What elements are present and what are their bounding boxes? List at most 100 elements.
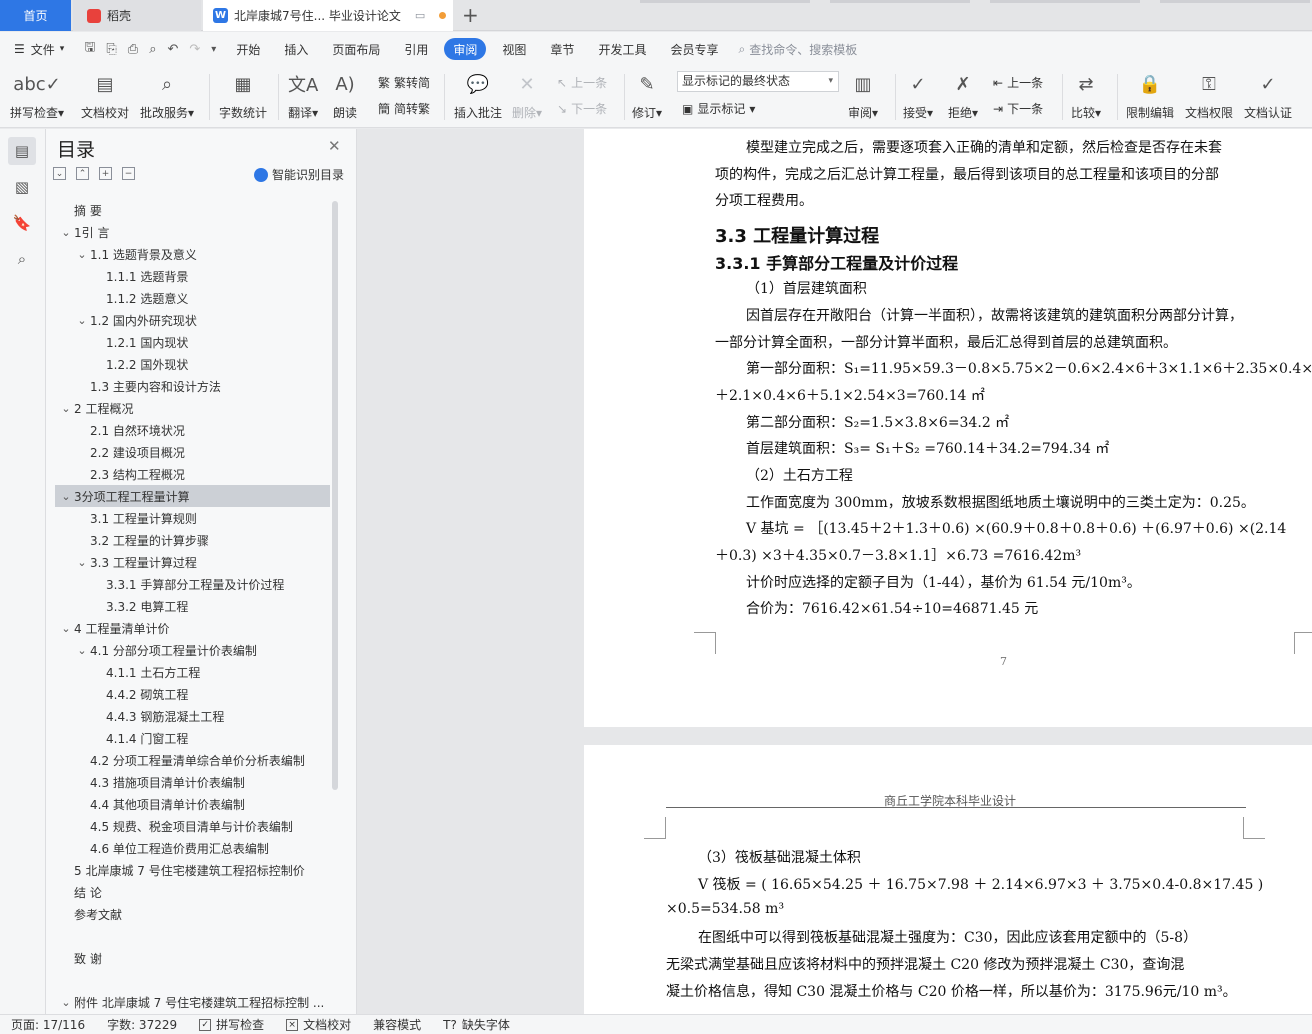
tab-document[interactable]: W 北岸康城7号住... 毕业设计论文 ▭ xyxy=(203,0,453,31)
chevron-down-icon[interactable]: ⌄ xyxy=(58,402,74,415)
toc-item[interactable]: 5 北岸康城 7 号住宅楼建筑工程招标控制价 xyxy=(55,859,330,881)
toc-item[interactable]: 1.1.1 选题背景 xyxy=(55,265,330,287)
chevron-down-icon[interactable]: ⌄ xyxy=(74,248,90,261)
toc-item[interactable]: ⌄ 1.1 选题背景及意义 xyxy=(55,243,330,265)
accept-button[interactable]: ✓ 接受▾ xyxy=(903,70,933,121)
toc-item[interactable]: 4.1.1 土石方工程 xyxy=(55,661,330,683)
prev-change-button[interactable]: ⇤ 上一条 xyxy=(993,74,1043,91)
delete-comment-button[interactable]: ✕ 删除▾ xyxy=(512,70,542,121)
toc-item[interactable]: 4.5 规费、税金项目清单与计价表编制 xyxy=(55,815,330,837)
chevron-down-icon[interactable]: ⌄ xyxy=(58,226,74,239)
chevron-down-icon[interactable]: ⌄ xyxy=(58,490,74,503)
doc-proof-button[interactable]: ▤ 文档校对 xyxy=(81,70,129,121)
menu-item-start[interactable]: 开始 xyxy=(224,38,272,60)
show-markup-button[interactable]: ▣ 显示标记 ▾ xyxy=(682,100,755,117)
toc-item[interactable]: 摘 要 xyxy=(55,199,330,221)
chevron-down-icon[interactable]: ⌄ xyxy=(74,644,90,657)
print-preview-icon[interactable]: ⌕ xyxy=(149,42,156,57)
chevron-down-icon[interactable]: ⌄ xyxy=(58,996,74,1009)
document-area[interactable]: 模型建立完成之后，需要逐项套入正确的清单和定额，然后检查是否存在未套 项的构件，… xyxy=(357,129,1312,1014)
expand-all-icon[interactable]: ⌃ xyxy=(76,167,89,180)
toc-item[interactable]: 2.3 结构工程概况 xyxy=(55,463,330,485)
missing-font-button[interactable]: T? 缺失字体 xyxy=(432,1016,521,1033)
toc-item[interactable]: ⌄ 3.3 工程量计算过程 xyxy=(55,551,330,573)
spellcheck-toggle[interactable]: ✓ 拼写检查 xyxy=(188,1016,275,1033)
spellcheck-button[interactable]: abc✓ 拼写检查▾ xyxy=(10,70,64,121)
collapse-all-icon[interactable]: ⌄ xyxy=(53,167,66,180)
chevron-down-icon[interactable]: ⌄ xyxy=(58,622,74,635)
toc-item[interactable]: 4.1.4 门窗工程 xyxy=(55,727,330,749)
toc-item[interactable]: 4.3 措施项目清单计价表编制 xyxy=(55,771,330,793)
toc-item[interactable]: ⌄ 4.1 分部分项工程量计价表编制 xyxy=(55,639,330,661)
simp-to-trad-button[interactable]: 簡简转繁 xyxy=(378,100,430,117)
toc-item[interactable]: 3.3.2 电算工程 xyxy=(55,595,330,617)
reject-button[interactable]: ✗ 拒绝▾ xyxy=(948,70,978,121)
toc-item[interactable]: 4.4.3 钢筋混凝土工程 xyxy=(55,705,330,727)
undo-icon[interactable]: ↶ xyxy=(167,42,178,57)
search-icon[interactable]: ⌕ xyxy=(8,245,36,273)
toc-item[interactable]: ⌄ 1.2 国内外研究现状 xyxy=(55,309,330,331)
chevron-down-icon[interactable]: ⌄ xyxy=(74,556,90,569)
menu-item-reference[interactable]: 引用 xyxy=(392,38,440,60)
menu-item-view[interactable]: 视图 xyxy=(490,38,538,60)
tab-home[interactable]: 首页 xyxy=(0,0,71,31)
tab-daoke[interactable]: 稻壳 xyxy=(73,0,201,31)
review-pane-button[interactable]: ▥ 审阅▾ xyxy=(848,70,878,121)
menu-item-devtools[interactable]: 开发工具 xyxy=(586,38,658,60)
proof-toggle[interactable]: × 文档校对 xyxy=(275,1016,362,1033)
restrict-edit-button[interactable]: 🔒 限制编辑 xyxy=(1126,70,1174,121)
toc-scrollbar[interactable] xyxy=(332,201,338,790)
page-indicator[interactable]: 页面: 17/116 xyxy=(0,1016,96,1033)
insert-comment-button[interactable]: 💬 插入批注 xyxy=(454,70,502,121)
word-count-button[interactable]: ▦ 字数统计 xyxy=(219,70,267,121)
next-change-button[interactable]: ⇥ 下一条 xyxy=(993,100,1043,117)
prev-comment-button[interactable]: ↖ 上一条 xyxy=(557,74,607,91)
menu-item-layout[interactable]: 页面布局 xyxy=(320,38,392,60)
toc-item[interactable] xyxy=(55,969,330,991)
menu-item-member[interactable]: 会员专享 xyxy=(658,38,730,60)
toc-item[interactable]: 1.3 主要内容和设计方法 xyxy=(55,375,330,397)
redo-icon[interactable]: ↷ xyxy=(189,42,200,57)
file-menu[interactable]: ☰ 文件 ▾ xyxy=(0,38,76,60)
command-search[interactable]: ⌕ 查找命令、搜索模板 xyxy=(738,41,857,58)
toc-item[interactable]: ⌄ 2 工程概况 xyxy=(55,397,330,419)
toc-item[interactable] xyxy=(55,925,330,947)
doc-permission-button[interactable]: ⚿ 文档权限 xyxy=(1185,70,1233,121)
toc-item[interactable]: 1.2.1 国内现状 xyxy=(55,331,330,353)
markup-mode-select[interactable]: 显示标记的最终状态 ▾ xyxy=(677,71,839,92)
menu-item-chapter[interactable]: 章节 xyxy=(538,38,586,60)
new-tab-button[interactable]: + xyxy=(462,3,479,27)
toc-item[interactable]: 3.1 工程量计算规则 xyxy=(55,507,330,529)
export-icon[interactable]: ⎘ xyxy=(106,42,116,57)
window-mode-icon[interactable]: ▭ xyxy=(415,9,425,22)
bookmark-icon[interactable]: 🔖 xyxy=(8,209,36,237)
translate-button[interactable]: 文A 翻译▾ xyxy=(288,70,318,121)
word-count-indicator[interactable]: 字数: 37229 xyxy=(96,1016,188,1033)
smart-toc-button[interactable]: 智能识别目录 xyxy=(254,166,344,183)
toc-panel-icon[interactable]: ▤ xyxy=(8,137,36,165)
chapter-nav-icon[interactable]: ▧ xyxy=(8,173,36,201)
toc-item[interactable]: 4.4 其他项目清单计价表编制 xyxy=(55,793,330,815)
toc-item[interactable]: ⌄ 4 工程量清单计价 xyxy=(55,617,330,639)
toc-item[interactable]: 2.1 自然环境状况 xyxy=(55,419,330,441)
toc-item[interactable]: 参考文献 xyxy=(55,903,330,925)
add-heading-icon[interactable]: + xyxy=(99,167,112,180)
print-icon[interactable]: ⎙ xyxy=(128,42,138,57)
toc-item[interactable]: ⌄ 附件 北岸康城 7 号住宅楼建筑工程招标控制 ... xyxy=(55,991,330,1013)
document-page[interactable]: 商丘工学院本科毕业设计 （3）筏板基础混凝土体积 V 筏板 = ( 16.65×… xyxy=(584,745,1312,1014)
remove-heading-icon[interactable]: − xyxy=(122,167,135,180)
toc-item[interactable]: 3.2 工程量的计算步骤 xyxy=(55,529,330,551)
next-comment-button[interactable]: ↘ 下一条 xyxy=(557,100,607,117)
toc-item[interactable]: 3.3.1 手算部分工程量及计价过程 xyxy=(55,573,330,595)
read-aloud-button[interactable]: A) 朗读 xyxy=(333,70,357,121)
document-page[interactable]: 模型建立完成之后，需要逐项套入正确的清单和定额，然后检查是否存在未套 项的构件，… xyxy=(584,129,1312,727)
menu-item-insert[interactable]: 插入 xyxy=(272,38,320,60)
doc-cert-button[interactable]: ✓ 文档认证 xyxy=(1244,70,1292,121)
toc-item[interactable]: ⌄ 3分项工程工程量计算 xyxy=(55,485,330,507)
toc-item[interactable]: 致 谢 xyxy=(55,947,330,969)
batch-service-button[interactable]: ⌕ 批改服务▾ xyxy=(140,70,194,121)
menu-item-review[interactable]: 审阅 xyxy=(444,38,487,60)
toc-item[interactable]: 1.2.2 国外现状 xyxy=(55,353,330,375)
qa-more-icon[interactable]: ▾ xyxy=(211,44,216,55)
toc-item[interactable]: ⌄ 1引 言 xyxy=(55,221,330,243)
